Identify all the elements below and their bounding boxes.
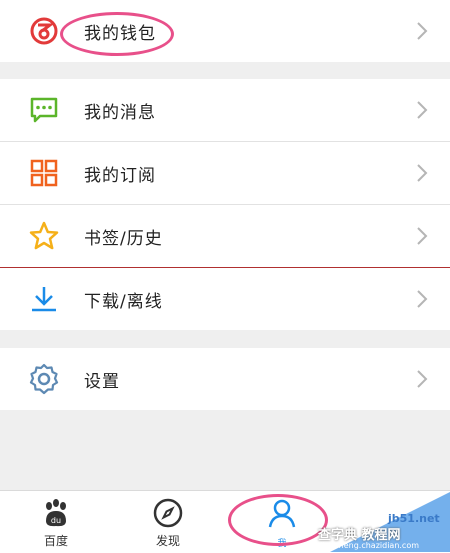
download-icon — [28, 283, 60, 315]
menu-item-downloads[interactable]: 下载/离线 — [0, 268, 450, 330]
chevron-right-icon — [417, 370, 428, 388]
tab-discover[interactable]: 发现 — [128, 491, 208, 553]
chevron-right-icon — [417, 290, 428, 308]
menu-item-label: 我的订阅 — [84, 165, 156, 186]
menu-item-label: 下载/离线 — [84, 291, 163, 312]
chevron-right-icon — [417, 101, 428, 119]
message-icon — [28, 94, 60, 126]
tab-home[interactable]: du 百度 — [16, 491, 96, 553]
chevron-right-icon — [417, 227, 428, 245]
watermark-url: jiaocheng.chazidian.com — [320, 541, 420, 550]
tab-label: 发现 — [155, 534, 180, 548]
chevron-right-icon — [417, 164, 428, 182]
menu-item-settings[interactable]: 设置 — [0, 348, 450, 410]
menu-item-messages[interactable]: 我的消息 — [0, 79, 450, 141]
baidu-paw-icon: du — [46, 499, 66, 527]
menu-item-label: 书签/历史 — [84, 228, 163, 249]
wallet-icon — [28, 15, 60, 47]
star-icon — [28, 220, 60, 252]
menu-item-label: 我的消息 — [84, 102, 156, 123]
menu-item-label: 设置 — [84, 371, 120, 392]
menu-item-subscriptions[interactable]: 我的订阅 — [0, 142, 450, 204]
menu-item-bookmarks[interactable]: 书签/历史 — [0, 205, 450, 267]
compass-icon — [153, 498, 183, 528]
grid-icon — [28, 157, 60, 189]
tab-label: 百度 — [43, 534, 68, 548]
svg-text:du: du — [51, 516, 61, 525]
watermark: jb51.net 查字典 教程网 jiaocheng.chazidian.com — [310, 492, 450, 552]
chevron-right-icon — [417, 22, 428, 40]
highlight-circle — [60, 12, 174, 56]
gear-icon — [28, 363, 60, 395]
